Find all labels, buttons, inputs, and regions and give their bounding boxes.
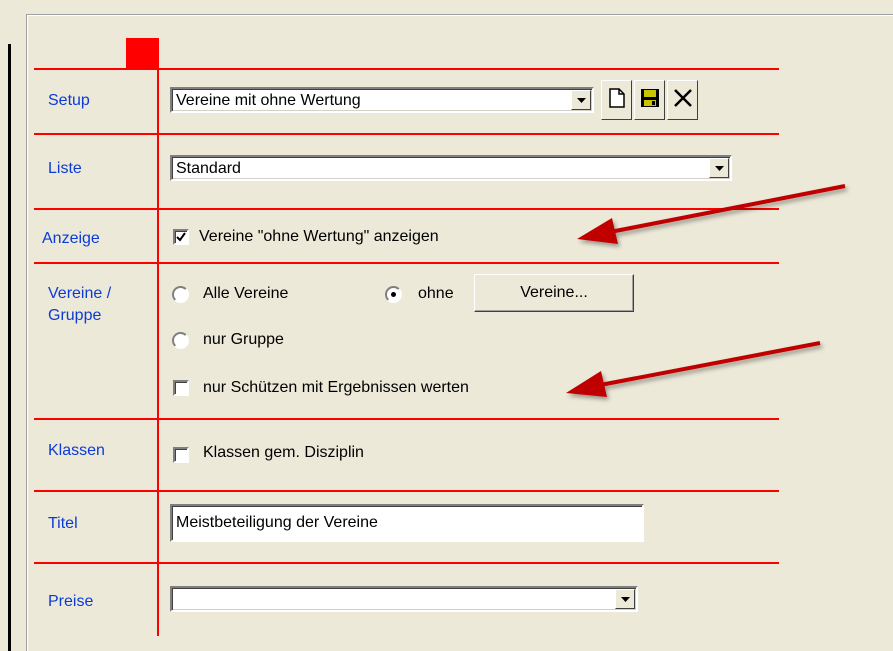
arrow-annotation-anzeige <box>577 184 846 244</box>
arrow-annotation-schuetzen <box>566 341 821 397</box>
dialog-window: Setup Liste Anzeige Vereine / Gruppe Kla… <box>0 0 893 651</box>
annotation-arrows <box>566 184 846 397</box>
